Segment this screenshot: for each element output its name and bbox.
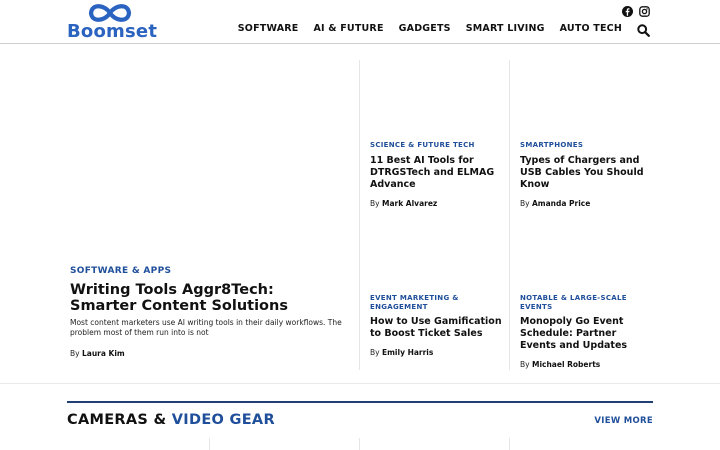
card-byline: By Emily Harris — [370, 348, 505, 357]
section-title: CAMERAS & VIDEO GEAR — [67, 412, 275, 428]
nav-item-software[interactable]: SOFTWARE — [238, 23, 299, 34]
article-card[interactable]: SMARTPHONES Types of Chargers and USB Ca… — [520, 141, 655, 208]
author-link[interactable]: Laura Kim — [82, 349, 125, 358]
main-nav: SOFTWARE AI & FUTURE GADGETS SMART LIVIN… — [238, 23, 622, 34]
section-divider — [0, 383, 720, 384]
facebook-icon[interactable] — [622, 2, 633, 17]
column-divider — [509, 438, 510, 450]
search-icon[interactable] — [637, 22, 650, 37]
nav-item-ai-future[interactable]: AI & FUTURE — [313, 23, 383, 34]
section-rule — [67, 401, 653, 403]
instagram-icon[interactable] — [639, 2, 650, 17]
card-title[interactable]: Types of Chargers and USB Cables You Sho… — [520, 155, 655, 191]
card-category[interactable]: EVENT MARKETING & ENGAGEMENT — [370, 294, 470, 311]
article-card[interactable]: SCIENCE & FUTURE TECH 11 Best AI Tools f… — [370, 141, 505, 208]
byline-prefix: By — [520, 360, 530, 369]
card-byline: By Mark Alvarez — [370, 199, 505, 208]
site-logo[interactable]: Boomset — [67, 1, 157, 42]
byline-prefix: By — [370, 348, 380, 357]
article-card[interactable]: EVENT MARKETING & ENGAGEMENT How to Use … — [370, 294, 505, 357]
article-card[interactable]: NOTABLE & LARGE-SCALE EVENTS Monopoly Go… — [520, 294, 655, 369]
author-link[interactable]: Emily Harris — [382, 348, 433, 357]
author-link[interactable]: Michael Roberts — [532, 360, 600, 369]
featured-excerpt: Most content marketers use AI writing to… — [70, 318, 342, 337]
column-divider — [359, 438, 360, 450]
author-link[interactable]: Amanda Price — [532, 199, 590, 208]
featured-title[interactable]: Writing Tools Aggr8Tech: Smarter Content… — [70, 282, 345, 314]
card-category[interactable]: NOTABLE & LARGE-SCALE EVENTS — [520, 294, 630, 311]
column-divider — [209, 438, 210, 450]
column-divider — [359, 60, 360, 370]
nav-item-auto-tech[interactable]: AUTO TECH — [560, 23, 622, 34]
featured-byline: By Laura Kim — [70, 349, 125, 358]
card-title[interactable]: Monopoly Go Event Schedule: Partner Even… — [520, 316, 655, 352]
social-links — [622, 2, 650, 17]
site-header: Boomset SOFTWARE AI & FUTURE GADGETS SMA… — [0, 0, 720, 44]
card-title[interactable]: How to Use Gamification to Boost Ticket … — [370, 316, 505, 340]
section-title-accent[interactable]: VIDEO GEAR — [172, 412, 275, 428]
section-title-plain: CAMERAS & — [67, 412, 172, 428]
nav-item-gadgets[interactable]: GADGETS — [399, 23, 451, 34]
byline-prefix: By — [520, 198, 530, 208]
card-byline: By Michael Roberts — [520, 360, 655, 369]
column-divider — [509, 60, 510, 370]
card-category[interactable]: SCIENCE & FUTURE TECH — [370, 141, 505, 150]
card-title[interactable]: 11 Best AI Tools for DTRGSTech and ELMAG… — [370, 155, 505, 191]
view-more-link[interactable]: VIEW MORE — [594, 416, 653, 426]
card-category[interactable]: SMARTPHONES — [520, 141, 655, 150]
author-link[interactable]: Mark Alvarez — [382, 199, 437, 208]
featured-article[interactable]: SOFTWARE & APPS Writing Tools Aggr8Tech:… — [67, 60, 357, 370]
card-byline: By Amanda Price — [520, 199, 655, 208]
logo-text: Boomset — [67, 21, 158, 42]
byline-prefix: By — [370, 198, 380, 208]
featured-category[interactable]: SOFTWARE & APPS — [70, 266, 171, 276]
nav-item-smart-living[interactable]: SMART LIVING — [466, 23, 545, 34]
byline-prefix: By — [70, 349, 80, 358]
